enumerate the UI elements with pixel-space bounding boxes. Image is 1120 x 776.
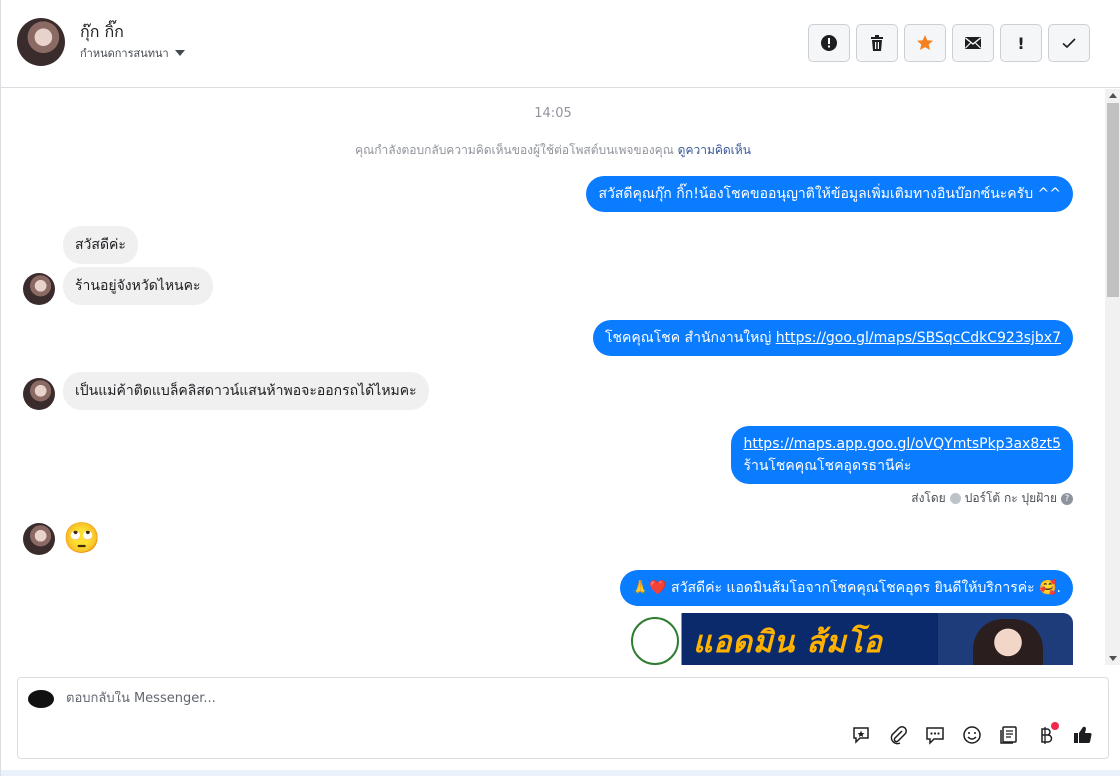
assign-label: กำหนดการสนทนา	[80, 47, 169, 60]
message-text: สวัสดีคุณกุ๊ก กิ๊ก!น้องโชคขออนุญาติให้ข้…	[598, 186, 1061, 202]
follow-up-button[interactable]: !	[1000, 24, 1042, 62]
brand-logo-image	[631, 617, 679, 665]
emoji-button[interactable]	[959, 722, 985, 748]
header-actions: !	[808, 24, 1090, 62]
book-icon	[1000, 726, 1017, 744]
notification-dot	[1051, 722, 1059, 730]
like-button[interactable]	[1070, 722, 1096, 748]
envelope-icon	[965, 37, 981, 49]
caret-down-icon	[174, 50, 185, 56]
outgoing-message[interactable]: https://maps.app.goo.gl/oVQYmtsPkp3ax8zt…	[731, 426, 1073, 484]
sent-by-name: ปอร์โต้ กะ ปุยฝ้าย	[964, 491, 1057, 505]
chat-icon	[926, 727, 944, 745]
sent-by-prefix: ส่งโดย	[911, 491, 946, 505]
message-list[interactable]: 14:05 คุณกำลังตอบกลับความคิดเห็นของผู้ใช…	[1, 89, 1105, 665]
conversation-header: กุ๊ก กิ๊ก กำหนดการสนทนา !	[1, 0, 1120, 88]
scrollbar[interactable]	[1105, 89, 1120, 665]
message-timestamp: 14:05	[534, 106, 572, 121]
spam-button[interactable]	[808, 24, 850, 62]
view-comment-link[interactable]: ดูความคิดเห็น	[678, 143, 751, 157]
contact-avatar-small	[23, 378, 55, 410]
admin-photo	[973, 619, 1043, 665]
reply-composer	[17, 677, 1109, 759]
maps-link[interactable]: https://goo.gl/maps/SBSqcCdkC923sjbx7	[776, 330, 1061, 346]
payment-button[interactable]	[1033, 722, 1059, 748]
outgoing-message[interactable]: สวัสดีคุณกุ๊ก กิ๊ก!น้องโชคขออนุญาติให้ข้…	[586, 176, 1073, 212]
incoming-message[interactable]: เป็นแม่ค้าติดแบล็คลิสดาวน์แสนห้าพอจะออกร…	[63, 372, 429, 410]
catalog-button[interactable]	[996, 722, 1022, 748]
contact-avatar[interactable]	[17, 18, 65, 66]
composer-tools	[848, 722, 1096, 748]
mark-unread-button[interactable]	[952, 24, 994, 62]
attachment-icon	[890, 726, 907, 745]
thumbs-up-icon	[1074, 726, 1092, 744]
saved-reply-button[interactable]	[848, 722, 874, 748]
scroll-thumb[interactable]	[1107, 103, 1119, 297]
reply-input[interactable]	[66, 691, 766, 706]
contact-avatar-small	[23, 523, 55, 555]
check-icon	[1062, 38, 1076, 49]
alert-circle-icon	[821, 35, 837, 51]
incoming-message[interactable]: สวัสดีค่ะ	[63, 226, 138, 264]
reply-notice: คุณกำลังตอบกลับความคิดเห็นของผู้ใช้ต่อโพ…	[1, 141, 1105, 160]
scroll-up-arrow-icon[interactable]	[1109, 93, 1117, 98]
emoji-message[interactable]: 🙄	[63, 523, 100, 555]
delete-button[interactable]	[856, 24, 898, 62]
message-text: เป็นแม่ค้าติดแบล็คลิสดาวน์แสนห้าพอจะออกร…	[75, 383, 417, 399]
outgoing-message[interactable]: โชคคุณโชค สำนักงานใหญ่ https://goo.gl/ma…	[592, 320, 1073, 356]
assign-conversation-dropdown[interactable]: กำหนดการสนทนา	[80, 44, 185, 62]
contact-avatar-small	[23, 273, 55, 305]
scroll-down-arrow-icon[interactable]	[1109, 656, 1117, 661]
reply-notice-text: คุณกำลังตอบกลับความคิดเห็นของผู้ใช้ต่อโพ…	[355, 143, 674, 157]
message-text: สวัสดีค่ะ	[75, 237, 126, 253]
outgoing-message[interactable]: 🙏❤️ สวัสดีค่ะ แอดมินส้มโอจากโชคคุณโชคอุด…	[619, 570, 1073, 606]
quick-replies-button[interactable]	[922, 722, 948, 748]
message-text: ร้านโชคคุณโชคอุดรธานีค่ะ	[743, 458, 912, 474]
star-button[interactable]	[904, 24, 946, 62]
window-bottom-edge	[1, 770, 1120, 776]
incoming-message[interactable]: ร้านอยู่จังหวัดไหนคะ	[63, 267, 213, 305]
star-icon	[917, 35, 933, 50]
message-text: โชคคุณโชค สำนักงานใหญ่	[604, 330, 776, 346]
maps-link[interactable]: https://maps.app.goo.gl/oVQYmtsPkp3ax8zt…	[743, 436, 1061, 452]
trash-icon	[871, 35, 883, 51]
sent-by-info: ส่งโดย ปอร์โต้ กะ ปุยฝ้าย ?	[911, 489, 1073, 508]
mark-done-button[interactable]	[1048, 24, 1090, 62]
attach-button[interactable]	[885, 722, 911, 748]
page-badge-icon	[949, 493, 961, 504]
inbox-window: กุ๊ก กิ๊ก กำหนดการสนทนา ! 14:05 คุณกำลัง…	[0, 0, 1120, 776]
page-logo	[28, 690, 54, 708]
emoji-icon	[963, 726, 981, 744]
contact-name[interactable]: กุ๊ก กิ๊ก	[80, 20, 124, 45]
message-text: ร้านอยู่จังหวัดไหนคะ	[75, 278, 201, 294]
saved-reply-icon	[853, 727, 869, 744]
banner-text: แอดมิน ส้มโอ	[693, 625, 883, 660]
message-text: 🙏❤️ สวัสดีค่ะ แอดมินส้มโอจากโชคคุณโชคอุด…	[631, 580, 1061, 596]
exclamation-icon: !	[1017, 33, 1025, 53]
image-attachment[interactable]: แอดมิน ส้มโอ	[623, 613, 1073, 665]
help-icon[interactable]: ?	[1061, 492, 1073, 505]
